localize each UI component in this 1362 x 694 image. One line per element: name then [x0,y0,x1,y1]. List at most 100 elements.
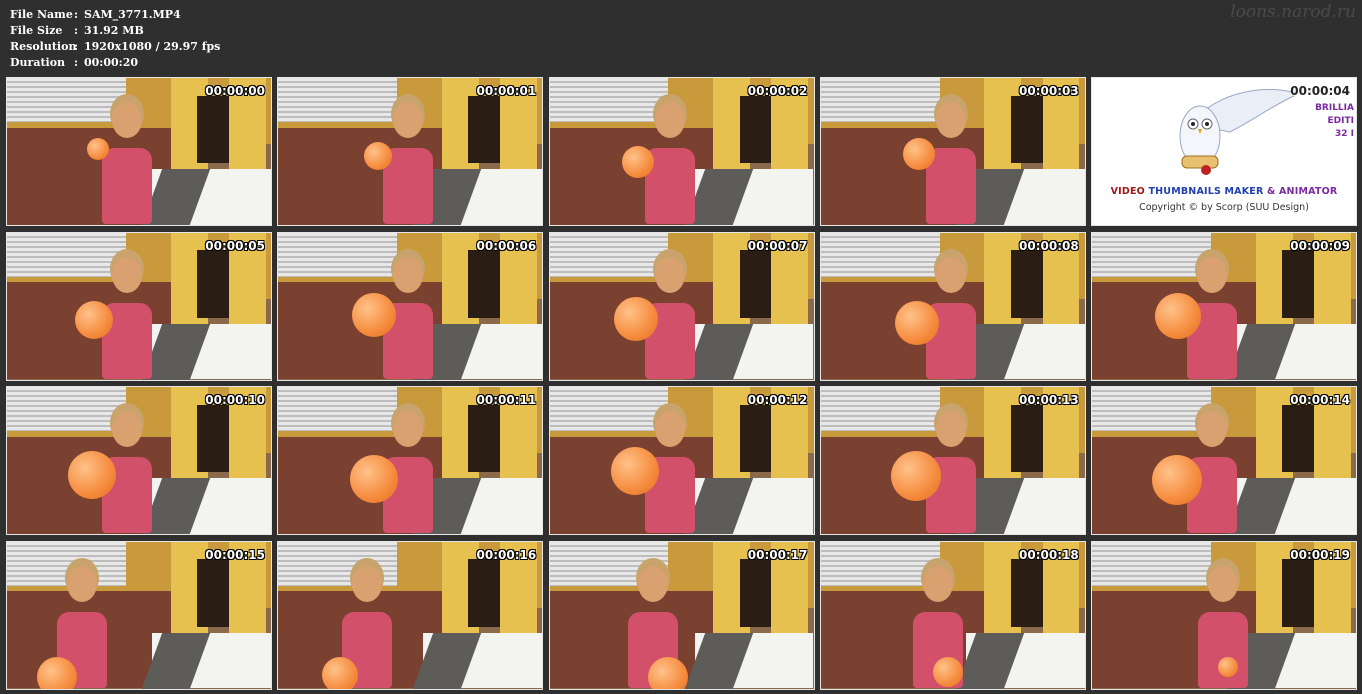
thumbnail-logo[interactable]: BRILLIA EDITI 32 I VIDEO THUMBNAILS MAKE… [1091,77,1357,226]
video-frame-scene [278,232,543,380]
thumbnail-timestamp: 00:00:13 [1019,393,1079,407]
thumbnail-timestamp: 00:00:19 [1290,547,1350,562]
window-shutter [278,387,398,432]
girl-head [654,256,685,293]
info-value: SAM_3771.MP4 [84,8,181,21]
info-value: 00:00:20 [84,56,139,69]
thumbnail-timestamp: 00:00:07 [747,238,808,253]
window-shutter [820,78,940,123]
info-colon: : [74,56,79,69]
window-shutter [1092,541,1211,586]
info-colon: : [74,40,79,53]
info-colon: : [74,8,79,21]
thumbnail-timestamp: 00:00:06 [476,238,537,253]
logo-title-part: & ANIMATOR [1267,186,1338,197]
file-info-panel: File Name : SAM_3771.MP4 File Size : 31.… [10,7,220,71]
owl-logo-icon [1179,89,1300,175]
balloon [349,455,398,503]
window-shutter [278,78,398,123]
video-frame-scene [549,78,814,225]
thumbnail-frame[interactable]: 00:00:10 [6,386,272,535]
thumbnail-frame[interactable]: 00:00:14 [1091,386,1357,535]
thumbnail-frame[interactable]: 00:00:11 [277,386,544,535]
window-shutter [7,387,126,432]
thumbnail-frame[interactable]: 00:00:19 [1091,540,1357,690]
thumbnail-timestamp: 00:00:01 [476,84,537,98]
balloon [1154,292,1201,339]
logo-side-line: 32 I [1334,129,1354,139]
video-frame-scene [7,387,271,534]
watermark: loons.narod.ru [1230,2,1356,22]
info-value: 31.92 MB [84,24,144,37]
thumbnail-timestamp: 00:00:09 [1290,238,1350,253]
girl-head [654,102,685,138]
thumbnail-frame[interactable]: 00:00:00 [6,77,272,226]
girl-head [935,256,966,293]
thumbnail-timestamp: 00:00:10 [205,393,265,407]
balloon [890,451,941,501]
info-row-resolution: Resolution : 1920x1080 / 29.97 fps [10,39,220,55]
logo-side-text: BRILLIA EDITI 32 I [1315,102,1354,141]
girl-head [637,565,668,602]
thumbnail-frame[interactable]: 00:00:16 [277,540,544,690]
info-label: File Name [10,8,73,21]
girl-head [935,102,966,138]
window-shutter [820,541,940,586]
info-label: File Size [10,24,63,37]
thumbnail-frame[interactable]: 00:00:12 [548,386,815,535]
video-frame-scene [278,387,543,534]
logo-title-part: VIDEO [1110,186,1149,197]
balloon [613,296,658,341]
video-frame-scene [7,78,271,225]
window-shutter [1092,387,1211,432]
thumbnail-timestamp: 00:00:03 [1019,84,1079,98]
thumbnail-frame[interactable]: 00:00:02 [548,77,815,226]
thumbnail-frame[interactable]: 00:00:03 [819,77,1086,226]
info-value: 1920x1080 / 29.97 fps [84,40,221,53]
info-row-file-size: File Size : 31.92 MB [10,23,220,39]
window-shutter [549,78,669,123]
girl-head [1197,256,1227,293]
thumbnail-frame[interactable]: 00:00:09 [1091,231,1357,381]
logo-copyright: Copyright © by Scorp (SUU Design) [1139,202,1309,213]
thumbnail-timestamp: 00:00:11 [476,393,537,407]
thumbnail-timestamp: 00:00:00 [205,84,265,98]
thumbnail-frame[interactable]: 00:00:13 [819,386,1086,535]
info-label: Duration [10,56,66,69]
thumbnail-frame[interactable]: 00:00:05 [6,231,272,381]
girl-head [654,411,685,447]
girl-head [112,411,142,447]
video-frame-scene [549,541,814,689]
video-frame-scene [278,78,543,225]
info-colon: : [74,24,79,37]
thumbnail-frame[interactable]: 00:00:01 [277,77,544,226]
balloon [363,142,392,170]
thumbnail-frame[interactable]: 00:00:08 [819,231,1086,381]
thumbnail-frame[interactable]: 00:00:15 [6,540,272,690]
girl-head [393,256,424,293]
thumbnail-frame[interactable]: 00:00:18 [819,540,1086,690]
video-frame-scene [820,541,1085,689]
thumbnail-grid: 00:00:00 00:00:01 00:00:02 00:00:03 BRIL… [6,77,1357,690]
thumbnail-frame[interactable]: 00:00:07 [548,231,815,381]
balloon [894,300,939,345]
logo-title-part: THUMBNAILS MAKER [1148,186,1268,197]
video-frame-scene [549,232,814,380]
window-shutter [549,387,669,432]
thumbnail-timestamp: 00:00:14 [1290,393,1350,407]
girl-head [922,565,953,602]
window-shutter [820,387,940,432]
thumbnail-frame[interactable]: 00:00:17 [548,540,815,690]
thumbnail-frame[interactable]: 00:00:06 [277,231,544,381]
info-row-duration: Duration : 00:00:20 [10,55,220,71]
girl-head [67,565,97,602]
video-frame-scene [278,541,543,689]
girl-head [1197,411,1227,447]
thumbnail-timestamp: 00:00:02 [747,84,808,98]
thumbnail-timestamp: 00:00:04 [1290,84,1350,98]
thumbnail-timestamp: 00:00:12 [747,393,808,407]
logo-side-line: BRILLIA [1315,103,1354,113]
window-shutter [549,232,669,277]
balloon [647,656,688,689]
video-frame-scene [549,387,814,534]
